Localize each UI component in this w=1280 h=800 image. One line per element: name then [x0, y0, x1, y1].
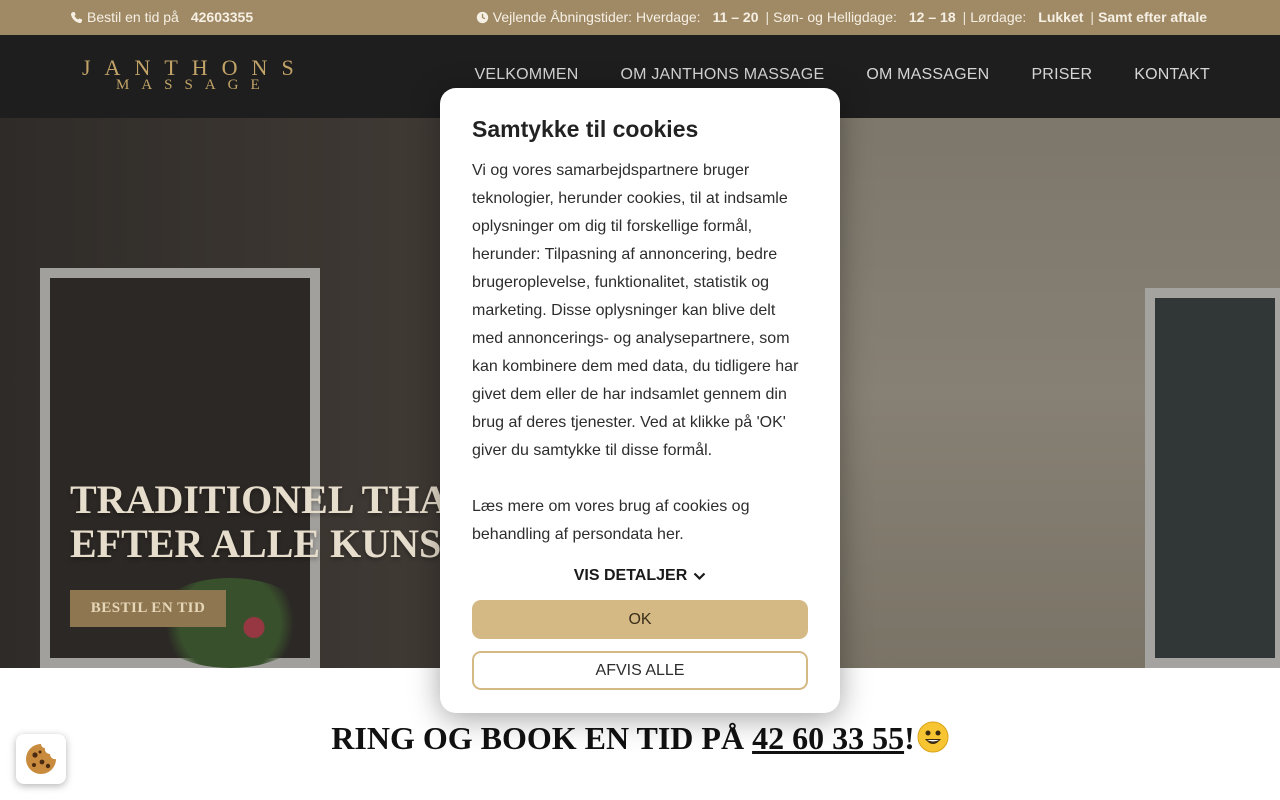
- cookie-icon: [26, 744, 56, 774]
- main-nav: VELKOMMEN OM JANTHONS MASSAGE OM MASSAGE…: [474, 66, 1210, 84]
- show-details-label: VIS DETALJER: [573, 567, 688, 584]
- phone-icon: [71, 11, 83, 23]
- site-logo[interactable]: JANTHONS MASSAGE: [80, 55, 312, 99]
- by-appointment: Samt efter aftale: [1098, 9, 1207, 25]
- logo-line2: MASSAGE: [116, 77, 272, 93]
- dialog-body: Vi og vores samarbejdspartnere bruger te…: [472, 162, 799, 459]
- clock-icon: [476, 11, 488, 23]
- reject-all-button[interactable]: AFVIS ALLE: [472, 651, 808, 690]
- booking-label: Bestil en tid på: [87, 9, 179, 25]
- hero-title-line1: TRADITIONEL THA: [70, 477, 449, 522]
- separator: |: [962, 9, 967, 25]
- separator: |: [765, 9, 770, 25]
- nav-item-priser[interactable]: PRISER: [1031, 66, 1092, 84]
- saturday-hours: Lukket: [1038, 9, 1084, 25]
- cookie-consent-dialog: Samtykke til cookies Vi og vores samarbe…: [440, 88, 840, 713]
- separator: |: [1090, 9, 1095, 25]
- show-details-toggle[interactable]: VIS DETALJER: [472, 567, 808, 585]
- nav-item-om-janthons-massage[interactable]: OM JANTHONS MASSAGE: [621, 66, 825, 84]
- hero-title: TRADITIONEL THA EFTER ALLE KUNST: [70, 478, 468, 566]
- dialog-title: Samtykke til cookies: [472, 116, 699, 142]
- saturday-label: Lørdage:: [970, 9, 1027, 25]
- chevron-down-icon: [693, 572, 706, 580]
- nav-item-om-massagen[interactable]: OM MASSAGEN: [866, 66, 989, 84]
- cta-prefix: RING OG BOOK EN TID PÅ: [331, 720, 753, 756]
- cta-suffix: !: [904, 720, 915, 756]
- hours-label: Vejlende Åbningstider: Hverdage:: [492, 9, 701, 25]
- opening-hours: Vejlende Åbningstider: Hverdage: 11 – 20…: [476, 9, 1210, 25]
- cta-phone-link[interactable]: 42 60 33 55: [752, 720, 904, 756]
- nav-item-velkommen[interactable]: VELKOMMEN: [474, 66, 578, 84]
- cookie-settings-button[interactable]: [16, 734, 66, 784]
- booking-info: Bestil en tid på 42603355: [70, 9, 256, 25]
- sunday-label: Søn- og Helligdage:: [773, 9, 897, 25]
- call-to-action: RING OG BOOK EN TID PÅ 42 60 33 55!: [0, 720, 1280, 757]
- sunday-hours: 12 – 18: [908, 9, 956, 25]
- privacy-link-text[interactable]: Læs mere om vores brug af cookies og beh…: [472, 493, 808, 549]
- book-appointment-button[interactable]: BESTIL EN TID: [70, 590, 226, 627]
- nav-item-kontakt[interactable]: KONTAKT: [1134, 66, 1210, 84]
- top-info-bar: Bestil en tid på 42603355 Vejlende Åbnin…: [0, 0, 1280, 35]
- weekday-hours: 11 – 20: [712, 9, 759, 25]
- smiley-icon: [917, 721, 949, 753]
- booking-phone-link[interactable]: 42603355: [191, 9, 253, 25]
- hero-title-line2: EFTER ALLE KUNST: [70, 521, 468, 566]
- accept-button[interactable]: OK: [472, 600, 808, 639]
